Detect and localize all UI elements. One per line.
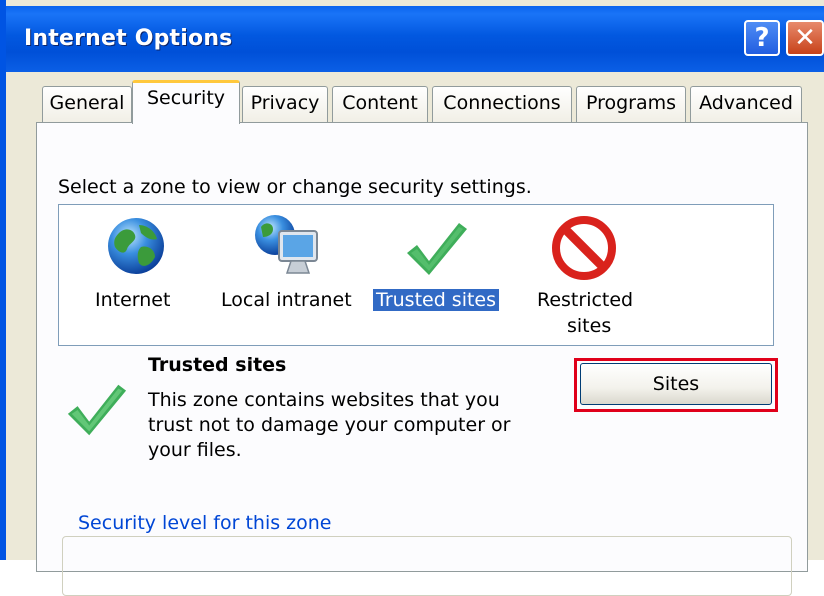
globe-icon xyxy=(108,218,164,274)
tab-security[interactable]: Security xyxy=(132,80,240,124)
sites-button[interactable]: Sites xyxy=(580,363,772,405)
tab-privacy[interactable]: Privacy xyxy=(242,86,328,122)
tab-general[interactable]: General xyxy=(42,86,132,122)
security-level-groupbox xyxy=(62,536,792,596)
intranet-icon xyxy=(255,215,318,274)
checkmark-icon xyxy=(67,384,127,436)
restricted-icon xyxy=(552,216,616,280)
selected-zone-description: This zone contains websites that you tru… xyxy=(148,389,511,461)
tab-label: Advanced xyxy=(699,92,793,114)
tab-label: Connections xyxy=(443,92,561,114)
zone-label: Internet xyxy=(95,289,171,311)
zone-label: Local intranet xyxy=(221,289,352,311)
zone-list[interactable]: Internet Local intranet Trusted sites Re… xyxy=(58,204,774,346)
close-icon: ✕ xyxy=(794,23,816,53)
selected-zone-title: Trusted sites xyxy=(148,354,287,376)
zone-trusted-sites[interactable]: Trusted sites xyxy=(369,205,509,345)
zone-label: Trusted sites xyxy=(373,289,500,311)
window-title: Internet Options xyxy=(24,26,233,51)
zone-internet[interactable]: Internet xyxy=(59,205,209,345)
tab-content[interactable]: Content xyxy=(332,86,428,122)
tab-label: General xyxy=(49,92,125,114)
security-level-legend: Security level for this zone xyxy=(74,512,336,534)
help-button[interactable]: ? xyxy=(744,20,780,56)
zone-restricted-sites[interactable]: Restricted sites xyxy=(519,205,679,345)
zone-label-line1: Restricted xyxy=(537,289,634,311)
tab-advanced[interactable]: Advanced xyxy=(690,86,802,122)
checkmark-icon xyxy=(407,223,467,275)
tab-label: Content xyxy=(342,92,418,114)
zone-instruction: Select a zone to view or change security… xyxy=(58,176,532,198)
help-icon: ? xyxy=(754,23,770,53)
tab-programs[interactable]: Programs xyxy=(576,86,686,122)
tab-label: Security xyxy=(146,87,226,109)
tab-label: Programs xyxy=(585,92,677,114)
tab-connections[interactable]: Connections xyxy=(432,86,572,122)
zone-label-line2: sites xyxy=(567,315,612,337)
tab-label: Privacy xyxy=(250,92,320,114)
zone-local-intranet[interactable]: Local intranet xyxy=(209,205,369,345)
title-bar[interactable]: Internet Options ? ✕ xyxy=(6,6,824,72)
close-button[interactable]: ✕ xyxy=(786,20,824,56)
